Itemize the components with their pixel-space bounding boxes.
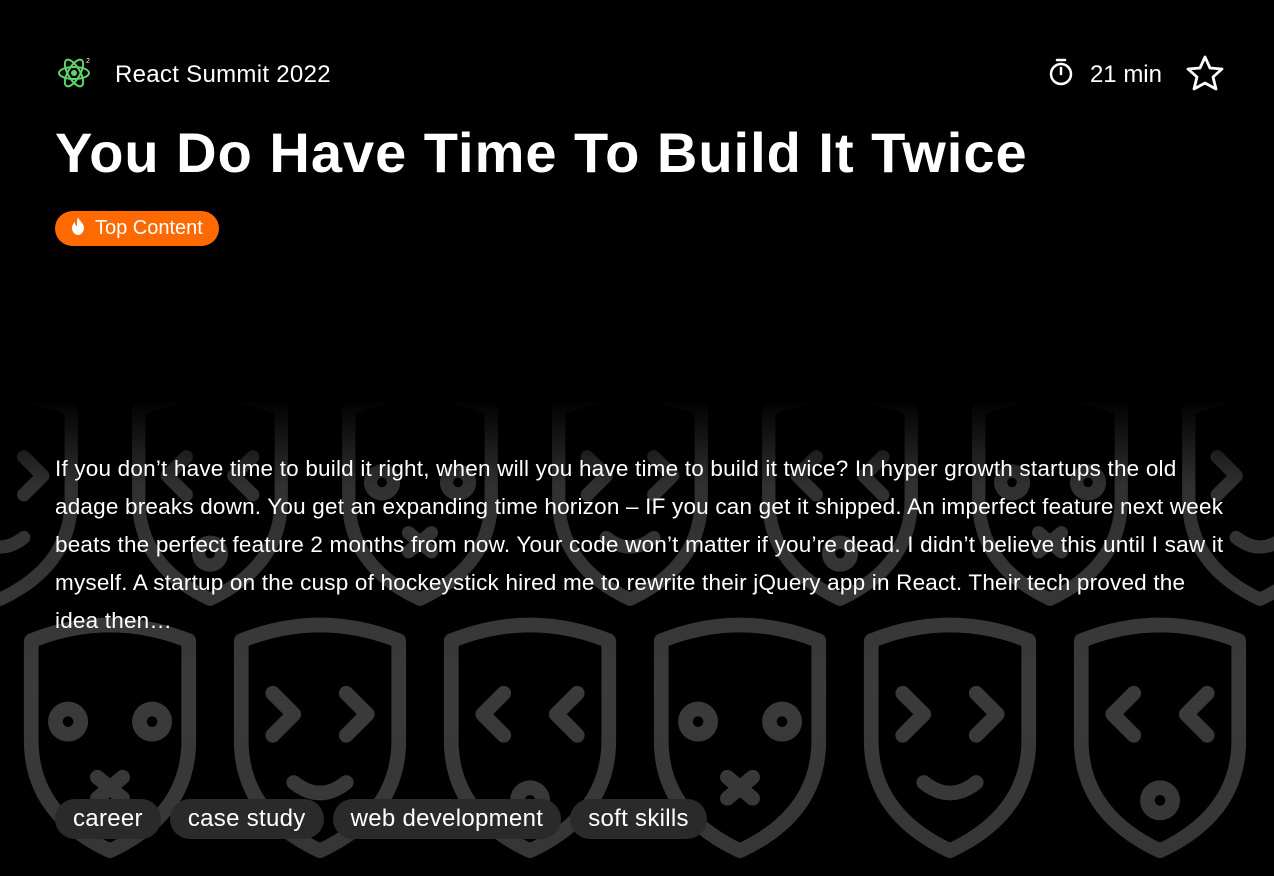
event-name[interactable]: React Summit 2022	[115, 61, 331, 89]
duration-label: 21 min	[1089, 61, 1162, 88]
favorite-button[interactable]	[1186, 55, 1224, 96]
tag-case-study[interactable]: case study	[169, 799, 324, 839]
svg-text:2: 2	[86, 58, 90, 65]
talk-card: 2 React Summit 2022 21 min You Do Have T…	[0, 0, 1274, 876]
card-header: 2 React Summit 2022 21 min	[55, 52, 1224, 98]
react-atom-icon: 2	[55, 54, 93, 97]
talk-meta: 21 min	[1048, 55, 1224, 96]
stopwatch-icon	[1048, 58, 1074, 93]
event-info: 2 React Summit 2022	[55, 54, 331, 97]
duration: 21 min	[1048, 58, 1162, 93]
badge-label: Top Content	[95, 217, 203, 239]
tag-web-development[interactable]: web development	[332, 799, 562, 839]
tag-career[interactable]: career	[55, 799, 161, 839]
top-content-badge: Top Content	[55, 211, 219, 246]
star-outline-icon	[1186, 55, 1224, 96]
tag-soft-skills[interactable]: soft skills	[570, 799, 707, 839]
tag-list: career case study web development soft s…	[55, 799, 707, 839]
flame-icon	[69, 216, 87, 242]
talk-title: You Do Have Time To Build It Twice	[55, 121, 1028, 184]
talk-description: If you don’t have time to build it right…	[55, 456, 1224, 633]
